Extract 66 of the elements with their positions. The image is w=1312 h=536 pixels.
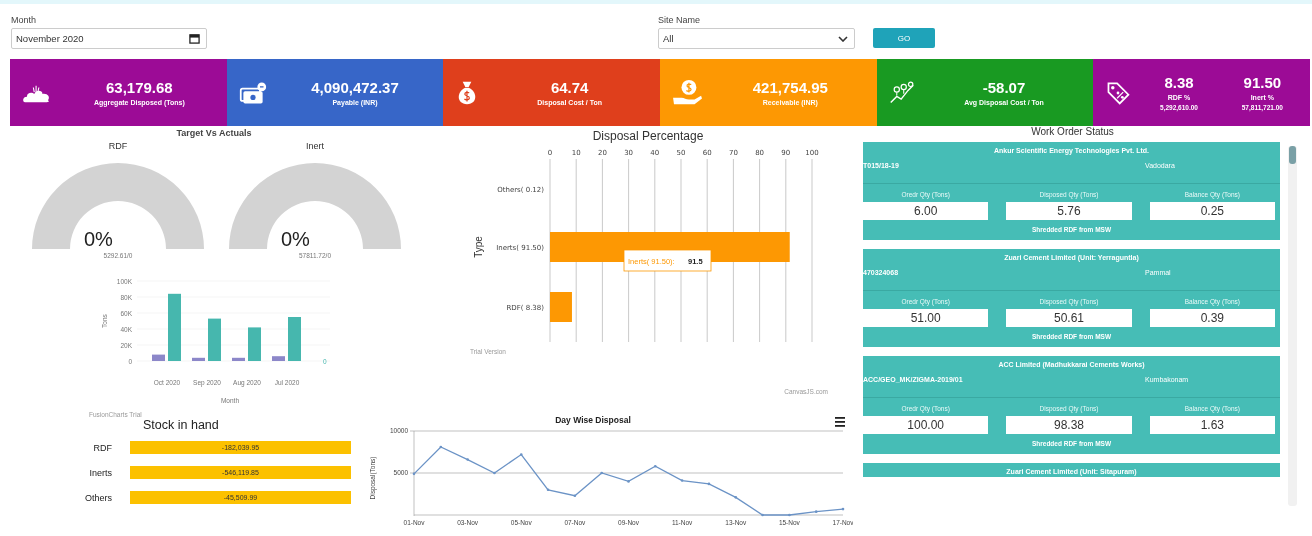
bar	[272, 356, 285, 361]
stock-label: Inerts	[88, 467, 112, 478]
field-label: Site Name	[658, 15, 702, 25]
chart-title: Day Wise Disposal	[555, 415, 631, 425]
data-point	[841, 507, 845, 511]
site-dropdown[interactable]: All	[658, 28, 855, 49]
quantity-value: 51.00	[863, 309, 989, 327]
section-title: Work Order Status	[1031, 126, 1114, 137]
gauge-percent: 0%	[84, 228, 113, 251]
kpi-value: 8.38	[1164, 74, 1194, 91]
bar	[248, 327, 261, 361]
chart-title: Disposal Percentage	[592, 129, 704, 143]
menu-icon[interactable]	[835, 417, 845, 427]
stock-label: Others	[84, 492, 112, 503]
bar	[168, 293, 181, 361]
quantity-value: 50.61	[1006, 309, 1132, 327]
gauge-label: Inert	[306, 141, 324, 151]
kpi-value: 64.74	[550, 79, 589, 96]
data-point	[680, 479, 684, 482]
month-field[interactable]: November 2020	[11, 28, 207, 49]
kpi-value: 63,179.68	[105, 79, 173, 96]
kpi-value: 4,090,472.37	[311, 79, 399, 96]
quantity-value: 1.63	[1149, 416, 1275, 434]
bar	[232, 357, 245, 361]
data-point	[707, 482, 711, 486]
quantity-value: 0.39	[1149, 309, 1275, 327]
bar	[152, 354, 165, 361]
kpi-value: 91.50	[1243, 74, 1282, 91]
calendar-icon	[189, 33, 200, 44]
data-point	[600, 471, 603, 475]
data-point	[439, 445, 443, 449]
quantity-value: 5.76	[1006, 202, 1132, 220]
hand-coin-icon	[672, 78, 704, 107]
banknote-icon	[238, 80, 267, 105]
data-point	[654, 465, 657, 468]
gauge-label: RDF	[108, 141, 128, 151]
field-label: Month	[11, 15, 37, 25]
bar	[550, 292, 572, 322]
quantity-value: 100.00	[863, 416, 989, 434]
data-point	[734, 496, 738, 499]
scrollbar-thumb[interactable]	[1289, 146, 1296, 164]
data-point	[519, 453, 523, 456]
chevron-down-icon	[838, 35, 848, 42]
section-title: Stock in hand	[143, 418, 220, 432]
data-point	[466, 458, 469, 461]
section-title: Target Vs Actuals	[176, 128, 252, 138]
stock-label: RDF	[92, 442, 112, 453]
data-point	[493, 471, 496, 475]
line-chart-icon	[888, 80, 915, 105]
quantity-value: 6.00	[863, 202, 989, 220]
data-point	[412, 472, 416, 476]
axis-title: Type	[473, 236, 484, 258]
quantity-value: 98.38	[1006, 416, 1132, 434]
bar	[288, 317, 301, 361]
data-point	[573, 494, 577, 497]
data-point	[814, 510, 818, 513]
kpi-value: 421,754.95	[752, 79, 828, 96]
data-point	[627, 480, 630, 483]
bar	[208, 318, 221, 361]
scrollbar[interactable]	[1288, 146, 1297, 506]
quantity-value: 0.25	[1149, 202, 1275, 220]
gauge-percent: 0%	[281, 228, 310, 251]
bar	[192, 357, 205, 361]
kpi-value: -58.07	[982, 79, 1026, 96]
data-point	[761, 513, 764, 517]
data-point	[546, 488, 550, 492]
